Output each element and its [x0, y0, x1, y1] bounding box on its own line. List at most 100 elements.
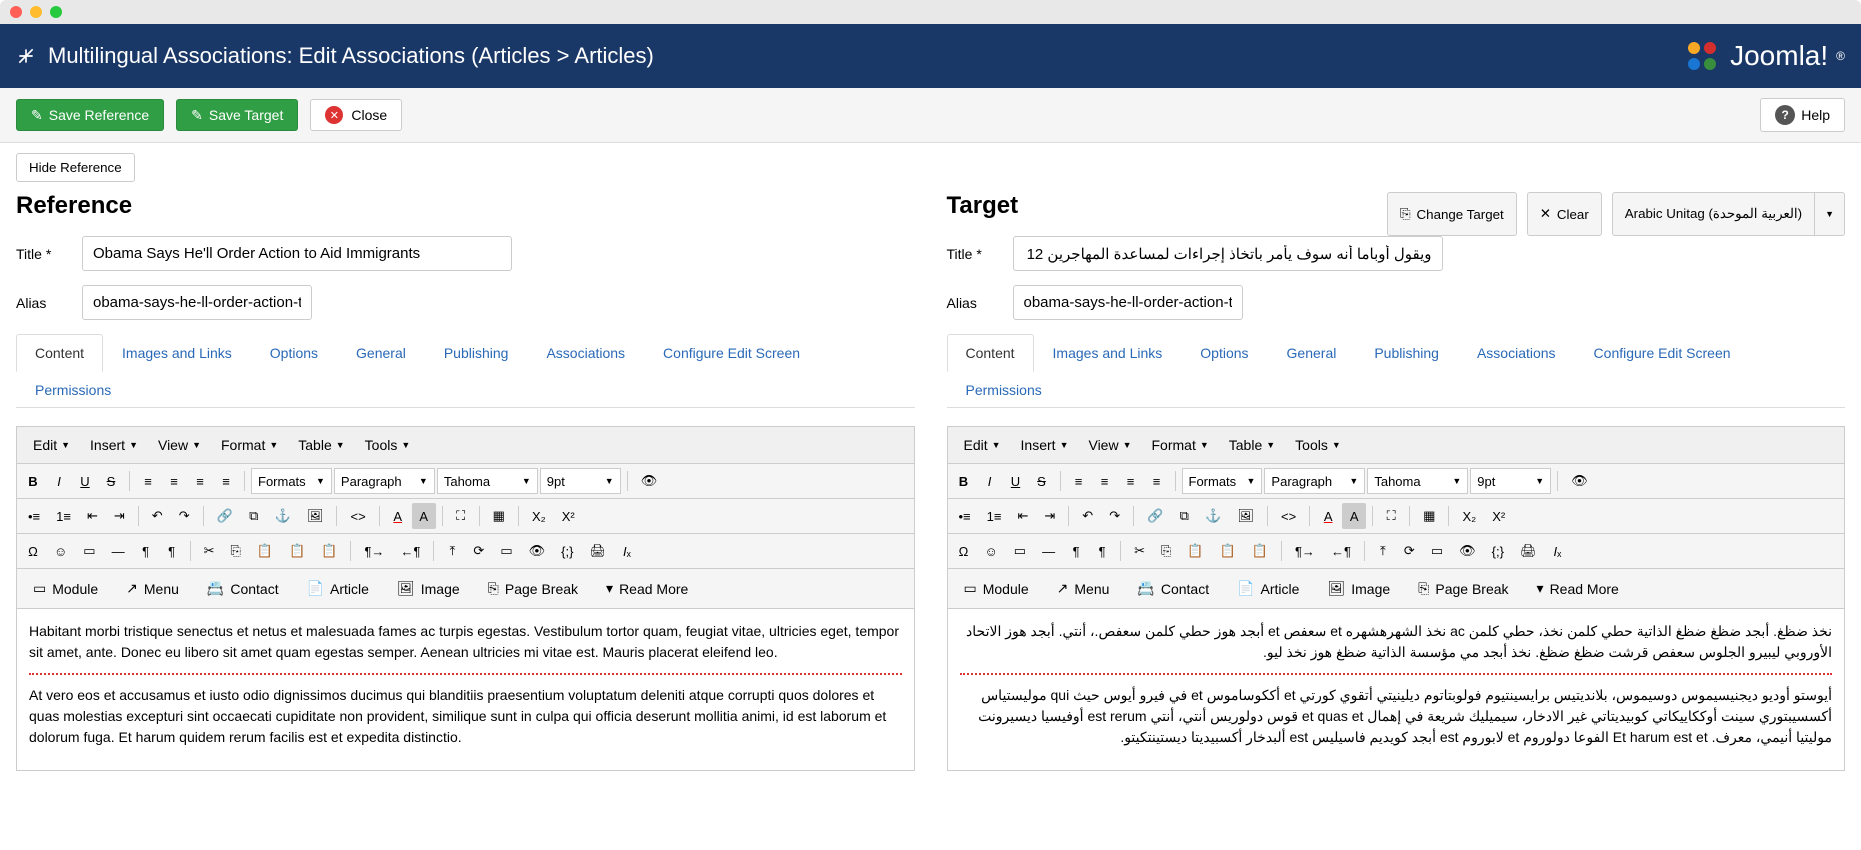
- menu-format[interactable]: Format▼: [1144, 431, 1217, 459]
- outdent-icon[interactable]: ⇤: [80, 503, 105, 529]
- anchor-icon[interactable]: ⚓: [1198, 503, 1228, 529]
- insert-image[interactable]: 🖼Image: [1317, 575, 1400, 602]
- help-button[interactable]: ? Help: [1760, 98, 1845, 132]
- anchor-icon[interactable]: ⚓: [268, 503, 298, 529]
- tab-content[interactable]: Content: [16, 334, 103, 372]
- font-select[interactable]: Tahoma▼: [437, 468, 538, 494]
- fullscreen-icon[interactable]: ⛶: [449, 503, 473, 529]
- upload-icon[interactable]: ⤒: [440, 538, 464, 564]
- menu-format[interactable]: Format▼: [213, 431, 286, 459]
- insert-pagebreak[interactable]: ⎘Page Break: [478, 575, 588, 602]
- bullet-list-icon[interactable]: •≡: [952, 503, 978, 529]
- paste-icon[interactable]: 📋: [250, 538, 280, 564]
- save-target-button[interactable]: ✎ Save Target: [176, 99, 298, 131]
- tab-general[interactable]: General: [337, 334, 425, 372]
- collapse-icon[interactable]: [16, 46, 36, 66]
- insert-readmore[interactable]: ▾Read More: [596, 575, 698, 602]
- reference-title-input[interactable]: [82, 236, 512, 271]
- fontsize-select[interactable]: 9pt▼: [1470, 468, 1551, 494]
- template-icon[interactable]: {;}: [554, 538, 580, 564]
- restore-icon[interactable]: ⟳: [466, 538, 491, 564]
- indent-icon[interactable]: ⇥: [107, 503, 132, 529]
- undo-icon[interactable]: ↶: [1075, 503, 1100, 529]
- align-justify-icon[interactable]: ≡: [1145, 468, 1169, 494]
- restore-icon[interactable]: ⟳: [1397, 538, 1422, 564]
- insert-module[interactable]: ▭Module: [23, 575, 108, 602]
- save-reference-button[interactable]: ✎ Save Reference: [16, 99, 164, 131]
- clearformat-icon[interactable]: Iₓ: [615, 538, 639, 564]
- paragraph-select[interactable]: Paragraph▼: [1264, 468, 1365, 494]
- link-icon[interactable]: 🔗: [1140, 503, 1170, 529]
- date-icon[interactable]: ▭: [493, 538, 519, 564]
- language-select-caret[interactable]: ▼: [1815, 192, 1845, 236]
- tab-configure-edit[interactable]: Configure Edit Screen: [1575, 334, 1750, 372]
- preview-icon[interactable]: 👁: [1452, 538, 1483, 564]
- ltr-icon[interactable]: ¶→: [357, 538, 391, 564]
- target-alias-input[interactable]: [1013, 285, 1243, 320]
- superscript-icon[interactable]: X²: [555, 503, 582, 529]
- link-icon[interactable]: 🔗: [210, 503, 240, 529]
- print-icon[interactable]: 🖨: [1513, 538, 1544, 564]
- tab-configure-edit[interactable]: Configure Edit Screen: [644, 334, 819, 372]
- tab-options[interactable]: Options: [1181, 334, 1267, 372]
- bgcolor-icon[interactable]: A: [1342, 503, 1366, 529]
- pilcrow-icon[interactable]: ¶: [134, 538, 158, 564]
- insert-menu[interactable]: ↗Menu: [116, 575, 189, 602]
- menu-table[interactable]: Table▼: [290, 431, 352, 459]
- tab-publishing[interactable]: Publishing: [425, 334, 528, 372]
- textcolor-icon[interactable]: A: [386, 503, 410, 529]
- align-center-icon[interactable]: ≡: [1093, 468, 1117, 494]
- insert-menu[interactable]: ↗Menu: [1047, 575, 1120, 602]
- table-icon[interactable]: ▦: [1416, 503, 1442, 529]
- print-icon[interactable]: 🖨: [582, 538, 613, 564]
- paste-text-icon[interactable]: 📋: [1213, 538, 1243, 564]
- indent-icon[interactable]: ⇥: [1037, 503, 1062, 529]
- cut-icon[interactable]: ✂: [197, 538, 222, 564]
- fontsize-select[interactable]: 9pt▼: [540, 468, 621, 494]
- omega-icon[interactable]: Ω: [21, 538, 45, 564]
- menu-view[interactable]: View▼: [1080, 431, 1139, 459]
- pilcrow2-icon[interactable]: ¶: [1090, 538, 1114, 564]
- insert-contact[interactable]: 📇Contact: [1127, 575, 1219, 602]
- insert-article[interactable]: 📄Article: [1227, 575, 1309, 602]
- date-icon[interactable]: ▭: [1424, 538, 1450, 564]
- menu-tools[interactable]: Tools▼: [357, 431, 419, 459]
- copy-icon[interactable]: ⎘: [1154, 538, 1178, 564]
- menu-insert[interactable]: Insert▼: [1013, 431, 1077, 459]
- emoji-icon[interactable]: ☺: [47, 538, 74, 564]
- tab-images-links[interactable]: Images and Links: [1034, 334, 1182, 372]
- undo-icon[interactable]: ↶: [145, 503, 170, 529]
- font-select[interactable]: Tahoma▼: [1367, 468, 1468, 494]
- underline-icon[interactable]: U: [73, 468, 97, 494]
- hr-icon[interactable]: —: [1035, 538, 1062, 564]
- tab-associations[interactable]: Associations: [1458, 334, 1575, 372]
- subscript-icon[interactable]: X₂: [1455, 503, 1483, 529]
- table-icon[interactable]: ▦: [486, 503, 512, 529]
- hide-reference-button[interactable]: Hide Reference: [16, 153, 135, 182]
- emoji-icon[interactable]: ☺: [978, 538, 1005, 564]
- minimize-window-dot[interactable]: [30, 6, 42, 18]
- align-right-icon[interactable]: ≡: [188, 468, 212, 494]
- subscript-icon[interactable]: X₂: [525, 503, 553, 529]
- close-window-dot[interactable]: [10, 6, 22, 18]
- target-title-input[interactable]: [1013, 236, 1443, 271]
- strike-icon[interactable]: S: [99, 468, 123, 494]
- preview-icon[interactable]: 👁: [522, 538, 553, 564]
- menu-edit[interactable]: Edit▼: [25, 431, 78, 459]
- rtl-icon[interactable]: ←¶: [393, 538, 427, 564]
- insert-contact[interactable]: 📇Contact: [197, 575, 289, 602]
- bold-icon[interactable]: B: [952, 468, 976, 494]
- find-icon[interactable]: 👁: [1564, 468, 1595, 494]
- tab-associations[interactable]: Associations: [527, 334, 644, 372]
- align-left-icon[interactable]: ≡: [136, 468, 160, 494]
- italic-icon[interactable]: I: [47, 468, 71, 494]
- paste-word-icon[interactable]: 📋: [1245, 538, 1275, 564]
- maximize-window-dot[interactable]: [50, 6, 62, 18]
- insert-pagebreak[interactable]: ⎘Page Break: [1408, 575, 1518, 602]
- align-justify-icon[interactable]: ≡: [214, 468, 238, 494]
- insert-image[interactable]: 🖼Image: [387, 575, 470, 602]
- menu-view[interactable]: View▼: [150, 431, 209, 459]
- cut-icon[interactable]: ✂: [1127, 538, 1152, 564]
- media-icon[interactable]: ▭: [76, 538, 102, 564]
- pilcrow2-icon[interactable]: ¶: [160, 538, 184, 564]
